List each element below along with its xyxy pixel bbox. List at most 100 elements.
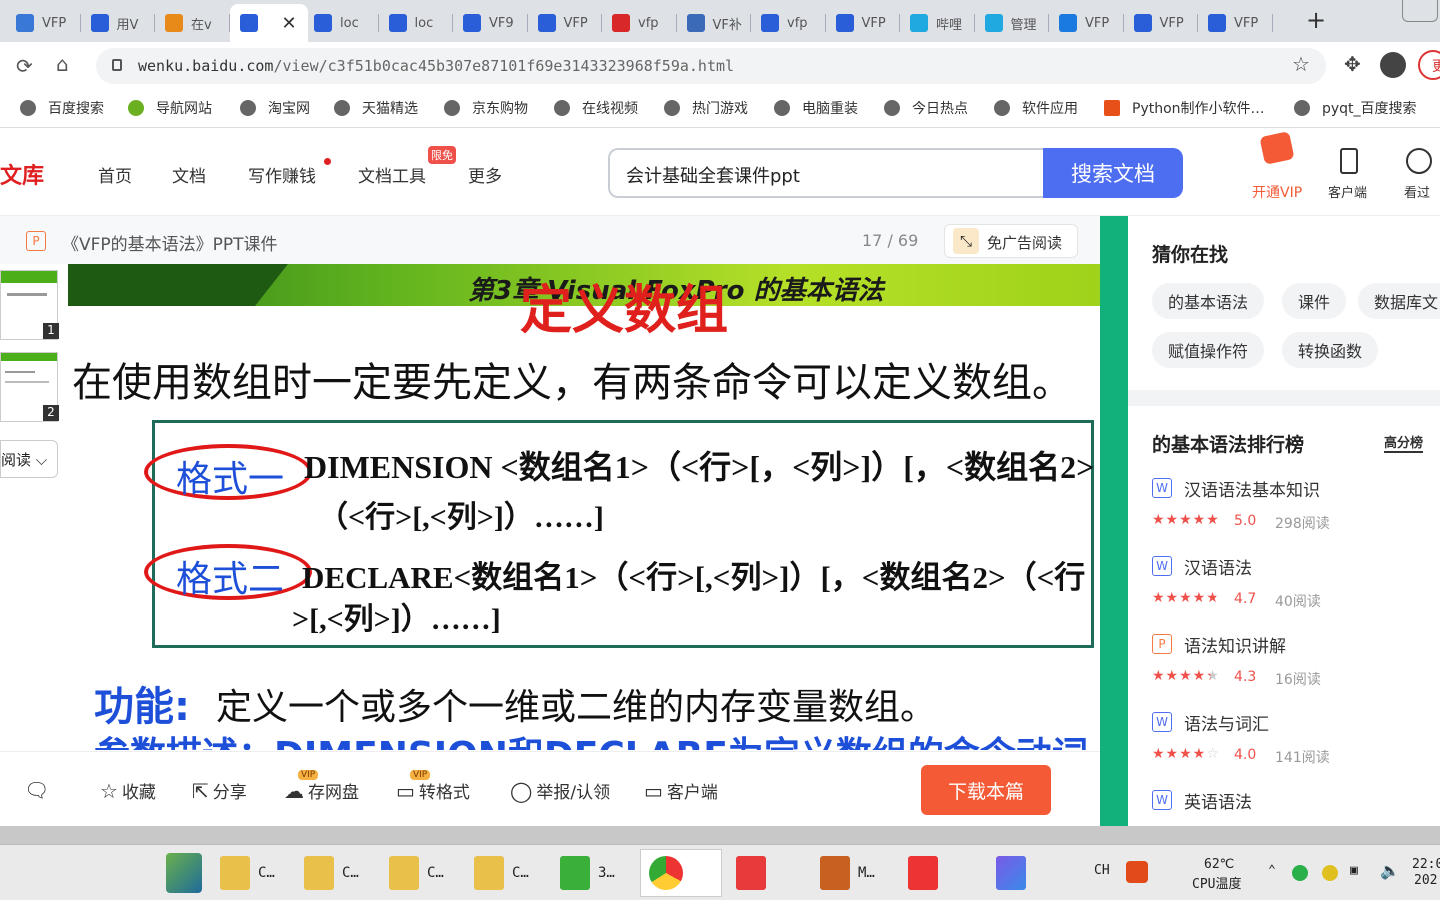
nav-write-earn[interactable]: 写作赚钱 (248, 162, 316, 187)
ime-indicator[interactable]: CH (1094, 863, 1110, 878)
taskbar-app[interactable] (900, 849, 982, 897)
report-button[interactable]: ◯ 举报/认领 (510, 778, 610, 804)
sogou-ime-icon[interactable] (1126, 861, 1148, 883)
comment-icon[interactable]: 🗨 (24, 778, 53, 802)
clock-time[interactable]: 22:0 (1412, 857, 1440, 872)
share-button[interactable]: ⇱ 分享 (192, 778, 247, 804)
client-button[interactable]: ▭ 客户端 (644, 778, 718, 804)
taskbar-app[interactable]: C… (381, 849, 463, 897)
scrollbar-track[interactable] (1100, 216, 1128, 826)
taskbar-app[interactable] (640, 849, 722, 897)
browser-tab[interactable]: 管理 (975, 4, 1049, 42)
taskbar-app[interactable] (728, 849, 810, 897)
browser-tab[interactable]: VFP (1198, 4, 1273, 42)
lock-icon[interactable] (112, 59, 122, 71)
viewed-link[interactable]: 看过 (1404, 182, 1430, 201)
tag-chip[interactable]: 的基本语法 (1152, 283, 1265, 319)
browser-tab[interactable]: vfp (602, 4, 677, 42)
clock-date[interactable]: 202 (1414, 873, 1437, 888)
browser-tab[interactable]: vfp (751, 4, 826, 42)
taskbar-app[interactable]: C… (212, 849, 294, 897)
url-text[interactable]: wenku.baidu.com/view/c3f51b0cac45b307e87… (138, 57, 734, 75)
tray-app-icon[interactable] (1322, 865, 1338, 881)
volume-icon[interactable]: 🔈 (1380, 861, 1400, 880)
taskbar-app[interactable]: C… (466, 849, 548, 897)
history-clock-icon[interactable] (1406, 148, 1432, 174)
bookmark-item[interactable]: 京东购物 (444, 98, 528, 118)
tag-chip[interactable]: 课件 (1282, 283, 1347, 319)
browser-tab[interactable]: loc (304, 4, 379, 42)
nav-home[interactable]: 首页 (98, 162, 132, 187)
ad-free-read-button[interactable]: ⤡ 免广告阅读 (944, 224, 1078, 258)
bookmark-item[interactable]: Python制作小软件… (1104, 98, 1265, 118)
tray-expand-icon[interactable]: ⌃ (1268, 863, 1276, 878)
browser-tab[interactable]: 哔哩 (900, 4, 975, 42)
vip-icon[interactable] (1259, 131, 1295, 165)
nav-more[interactable]: 更多 (468, 162, 502, 187)
network-icon[interactable]: ▣ (1350, 863, 1358, 878)
horizontal-scrollbar[interactable] (0, 826, 1440, 844)
bookmark-item[interactable]: 在线视频 (554, 98, 638, 118)
ranking-item-title[interactable]: 语法与词汇 (1184, 710, 1269, 735)
client-phone-icon[interactable] (1340, 148, 1358, 174)
tab-high-score[interactable]: 高分榜 (1384, 432, 1424, 453)
wenku-logo[interactable]: 文库 (0, 158, 44, 190)
profile-avatar-icon[interactable] (1380, 52, 1406, 78)
tag-chip[interactable]: 赋值操作符 (1152, 332, 1265, 368)
bookmark-item[interactable]: 百度搜索 (20, 98, 104, 118)
browser-tab[interactable]: VFP (528, 4, 602, 42)
window-control-button[interactable] (1402, 0, 1438, 22)
slide-thumbnail[interactable]: 1 (0, 270, 59, 340)
bookmark-item[interactable]: 软件应用 (994, 98, 1078, 118)
client-link[interactable]: 客户端 (1328, 182, 1367, 201)
collect-button[interactable]: ☆ 收藏 (100, 778, 156, 804)
taskbar-app[interactable]: M… (812, 849, 894, 897)
bookmark-item[interactable]: 电脑重装 (774, 98, 858, 118)
browser-tab[interactable]: VFP (1049, 4, 1124, 42)
ranking-item-title[interactable]: 英语语法 (1184, 788, 1252, 813)
pinned-app-icon[interactable] (166, 853, 202, 893)
bookmark-item[interactable]: 热门游戏 (664, 98, 748, 118)
bookmark-item[interactable]: pyqt_百度搜索 (1294, 98, 1417, 118)
bookmark-item[interactable]: 天猫精选 (334, 98, 418, 118)
reload-icon[interactable]: ⟳ (16, 54, 33, 78)
bookmark-item[interactable]: 淘宝网 (240, 98, 310, 118)
ranking-item-title[interactable]: 汉语语法基本知识 (1184, 476, 1320, 501)
browser-tab[interactable]: 在v (155, 4, 230, 42)
taskbar-app[interactable]: 3… (552, 849, 634, 897)
bookmark-item[interactable]: 导航网站 (128, 98, 212, 118)
tab-close-icon[interactable]: ✕ (282, 13, 297, 34)
tag-chip[interactable]: 数据库文 (1358, 283, 1440, 319)
home-icon[interactable]: ⌂ (56, 52, 69, 76)
slide-thumbnail[interactable]: 2 (0, 352, 59, 422)
new-tab-button[interactable]: + (1306, 6, 1326, 34)
browser-tab[interactable]: VFP (826, 4, 900, 42)
search-input[interactable]: 会计基础全套课件ppt (608, 148, 1048, 198)
save-pan-button[interactable]: VIP ☁ 存网盘 (284, 770, 359, 803)
ranking-item-title[interactable]: 汉语语法 (1184, 554, 1252, 579)
taskbar-app[interactable] (988, 849, 1070, 897)
search-button[interactable]: 搜索文档 (1043, 148, 1183, 198)
browser-tab[interactable]: VF9 (453, 4, 528, 42)
bookmark-item[interactable]: 今日热点 (884, 98, 968, 118)
browser-tab[interactable]: loc (379, 4, 453, 42)
open-vip-link[interactable]: 开通VIP (1252, 182, 1302, 202)
read-mode-dropdown[interactable]: 阅读 ⌵ (0, 440, 58, 478)
tag-chip[interactable]: 转换函数 (1282, 332, 1379, 368)
browser-tab[interactable]: 用V (81, 4, 155, 42)
nav-doc-tools[interactable]: 文档工具 (358, 162, 426, 187)
browser-tab[interactable]: VFP (6, 4, 81, 42)
format1-line2: （<行>[,<列>]）……] (318, 501, 604, 534)
download-button[interactable]: 下载本篇 (921, 765, 1051, 815)
browser-tab[interactable]: VF补 (677, 4, 751, 42)
ranking-item-title[interactable]: 语法知识讲解 (1184, 632, 1286, 657)
nav-docs[interactable]: 文档 (172, 162, 206, 187)
bookmark-star-icon[interactable]: ☆ (1292, 52, 1310, 76)
convert-format-button[interactable]: VIP ▭ 转格式 (396, 770, 470, 803)
browser-tab[interactable]: VFP (1124, 4, 1198, 42)
tray-app-icon[interactable] (1292, 865, 1308, 881)
extensions-icon[interactable]: ✥ (1344, 52, 1361, 76)
browser-tab[interactable]: ✕ (229, 4, 308, 42)
taskbar-app[interactable]: C… (296, 849, 378, 897)
profile-chip[interactable]: 更 (1418, 50, 1440, 80)
